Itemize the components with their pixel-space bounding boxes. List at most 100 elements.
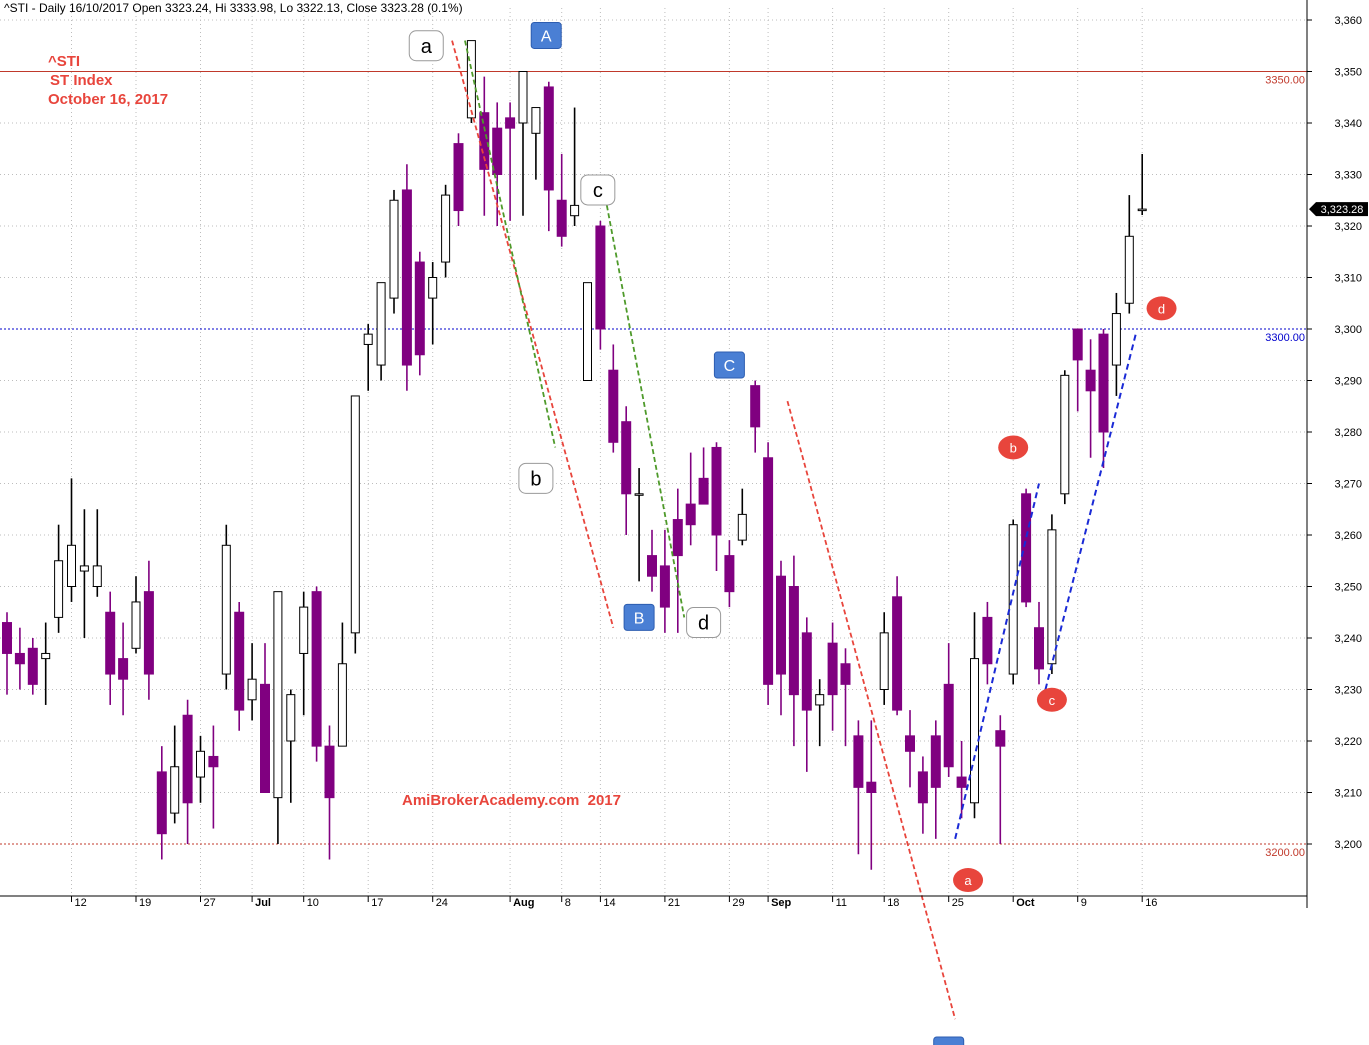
- candle-body: [105, 611, 116, 675]
- candle-body: [737, 513, 747, 541]
- x-tick-label: 16: [1145, 897, 1157, 909]
- level-label: 3350.00: [1265, 75, 1305, 87]
- x-tick-label: 11: [836, 897, 847, 909]
- x-tick-label: 21: [668, 897, 680, 909]
- candle-body: [505, 117, 516, 129]
- x-tick-label: 10: [307, 897, 319, 909]
- y-tick-label: 3,320: [1334, 221, 1362, 233]
- candle-body: [376, 282, 386, 366]
- candle-body: [724, 555, 735, 593]
- annotations: abcdABCDabcd: [408, 21, 1177, 1045]
- last-price-label: 3,323.28: [1321, 204, 1364, 216]
- candle-body: [930, 735, 941, 788]
- candle-body: [67, 544, 76, 587]
- candle-body: [221, 544, 231, 675]
- x-tick-label: Sep: [771, 897, 791, 909]
- level-label: 3200.00: [1265, 847, 1305, 859]
- candle-body: [234, 611, 245, 711]
- candle-body: [995, 730, 1006, 747]
- candle-body: [956, 776, 967, 788]
- candle-body: [1008, 524, 1018, 675]
- candle-body: [621, 421, 632, 495]
- candle-body: [92, 565, 102, 588]
- candle-body: [815, 694, 825, 706]
- x-tick-label: 12: [75, 897, 87, 909]
- annotation-red-label: d: [1158, 301, 1165, 316]
- candle-body: [827, 642, 838, 696]
- last-price-pointer: [1309, 202, 1316, 217]
- date-label: October 16, 2017: [48, 91, 169, 108]
- y-tick-label: 3,310: [1334, 273, 1362, 285]
- y-tick-label: 3,280: [1334, 427, 1362, 439]
- candle-body: [763, 457, 774, 685]
- y-tick-label: 3,330: [1334, 170, 1362, 182]
- candle-body: [311, 591, 322, 747]
- candle-body: [118, 658, 129, 680]
- x-tick-label: 24: [436, 897, 448, 909]
- candle-body: [414, 261, 425, 356]
- candle-body: [659, 565, 670, 608]
- candle-body: [801, 632, 812, 711]
- candle-body: [286, 694, 296, 742]
- candle-body: [428, 277, 438, 299]
- candle-body: [672, 519, 683, 557]
- candle-body: [401, 189, 412, 366]
- candle-body: [54, 560, 64, 618]
- trendline: [605, 205, 686, 618]
- x-tick-label: 14: [603, 897, 615, 909]
- candle-body: [1085, 369, 1096, 392]
- candle-body: [363, 333, 373, 345]
- candle-body: [182, 714, 193, 804]
- candle-body: [583, 282, 592, 381]
- candle-body: [1047, 529, 1057, 665]
- candle-body: [982, 616, 993, 665]
- trendline: [786, 400, 957, 1020]
- candle-body: [647, 555, 657, 577]
- y-tick-label: 3,270: [1334, 479, 1362, 491]
- candles: [2, 40, 1147, 870]
- y-tick-label: 3,290: [1334, 376, 1362, 388]
- candle-body: [1034, 627, 1044, 670]
- annotation-red-label: c: [1049, 693, 1056, 708]
- candle-body: [634, 493, 644, 496]
- axes: 3,200 3,210 3,220 3,230 3,240 3,250 3,260 3,270…: [0, 0, 1368, 909]
- candle-body: [1060, 374, 1070, 495]
- ticker-label: ^STI: [48, 53, 81, 70]
- candle-body: [943, 683, 954, 768]
- annotation-white-label: c: [593, 180, 603, 202]
- candle-body: [543, 86, 554, 191]
- candle-body: [518, 71, 528, 124]
- candle-body: [1021, 493, 1032, 603]
- candle-body: [531, 107, 541, 134]
- x-tick-label: 9: [1081, 897, 1087, 909]
- x-tick-label: 29: [732, 897, 744, 909]
- x-tick-label: 27: [204, 897, 216, 909]
- trendline: [464, 40, 557, 448]
- candle-body: [840, 663, 851, 685]
- candle-body: [866, 781, 877, 794]
- candle-body: [595, 225, 606, 330]
- annotation-blue-label: B: [634, 610, 645, 627]
- candle-body: [1111, 313, 1121, 366]
- candle-body: [1098, 333, 1109, 433]
- candle-body: [711, 446, 722, 536]
- candle-body: [685, 503, 696, 526]
- y-tick-label: 3,250: [1334, 582, 1362, 594]
- candle-body: [853, 735, 864, 788]
- candle-body: [337, 663, 347, 747]
- annotation-white-label: b: [530, 468, 541, 490]
- y-tick-label: 3,260: [1334, 530, 1362, 542]
- annotation-blue-label: C: [724, 358, 736, 375]
- trendlines: [451, 40, 1137, 1020]
- candle-body: [196, 750, 205, 778]
- candle-body: [299, 606, 309, 654]
- y-tick-label: 3,340: [1334, 118, 1362, 130]
- annotation-white-label: a: [421, 36, 433, 58]
- candle-body: [156, 771, 167, 835]
- candle-body: [698, 477, 709, 505]
- candle-body: [879, 632, 889, 690]
- trendline: [954, 483, 1040, 840]
- candle-body: [788, 586, 799, 696]
- chart-header: ^STI - Daily 16/10/2017 Open 3323.24, Hi…: [4, 1, 463, 15]
- candle-body: [14, 652, 25, 665]
